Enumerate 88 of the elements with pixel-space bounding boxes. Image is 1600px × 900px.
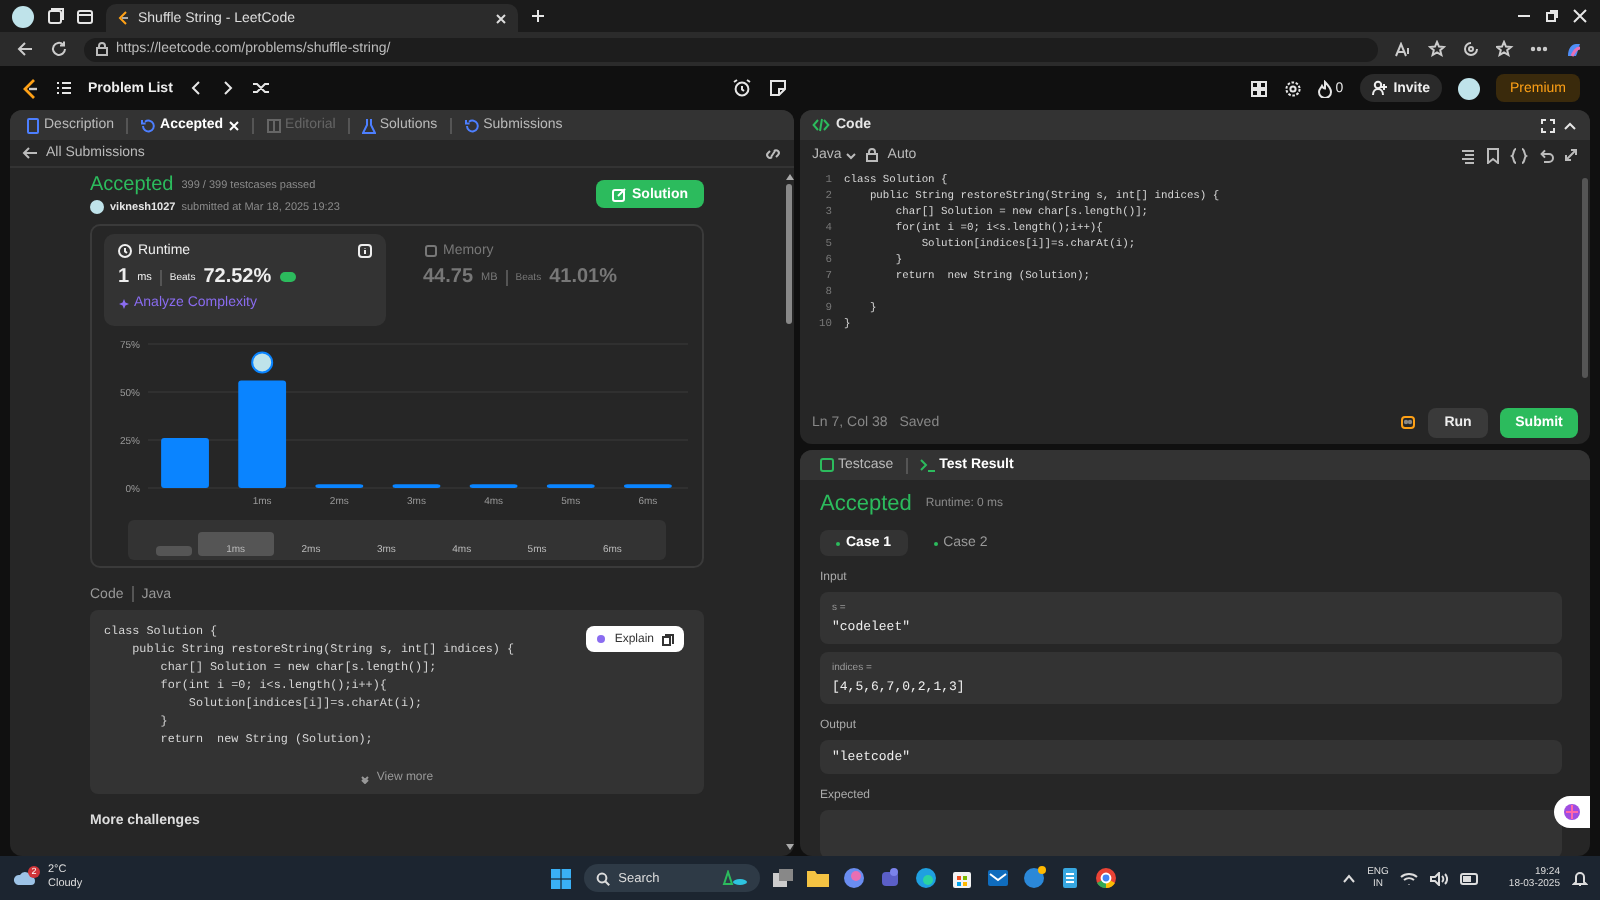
leetcode-logo-icon (116, 10, 130, 26)
store-icon[interactable] (950, 866, 975, 890)
leetcode-logo-icon[interactable] (20, 77, 40, 99)
close-icon[interactable] (494, 11, 508, 25)
task-view-icon[interactable] (772, 868, 795, 888)
beats-value: 72.52% (203, 266, 272, 288)
result-status: Accepted (820, 492, 912, 516)
status-text: Accepted (90, 174, 174, 196)
next-icon[interactable] (220, 80, 237, 96)
user-avatar (90, 200, 104, 214)
workspaces-icon[interactable] (46, 7, 64, 25)
profile-avatar[interactable] (12, 5, 34, 27)
trend-icon (279, 272, 296, 282)
browser-icon[interactable] (914, 866, 939, 890)
list-icon[interactable] (56, 80, 72, 96)
chevron-down-icon (360, 773, 371, 783)
fullscreen-icon[interactable] (1540, 117, 1556, 133)
notepad-icon[interactable] (1058, 866, 1083, 890)
layout-icon[interactable] (1249, 79, 1268, 97)
book-icon (265, 117, 282, 133)
braces-icon[interactable] (1510, 147, 1528, 163)
stat-value: 1 (118, 266, 130, 288)
scroll-up-icon[interactable] (785, 174, 793, 180)
read-aloud-icon[interactable] (1394, 41, 1412, 57)
sparkle-icon (596, 634, 607, 644)
reload-icon[interactable] (50, 40, 68, 58)
caret-icon (845, 151, 856, 159)
wifi-icon[interactable] (1400, 871, 1419, 885)
user-marker-icon (251, 351, 274, 374)
shuffle-icon[interactable] (252, 80, 271, 96)
lock-icon (96, 42, 108, 56)
battery-icon[interactable] (1460, 871, 1481, 885)
expand-icon[interactable] (1564, 148, 1578, 162)
copilot-icon[interactable] (1564, 39, 1584, 59)
note-icon[interactable] (768, 78, 789, 98)
sparkle-icon (118, 297, 130, 309)
user-avatar[interactable] (1457, 77, 1480, 99)
terminal-icon (919, 458, 936, 472)
favorite-icon[interactable] (1428, 40, 1446, 58)
code-icon (812, 118, 830, 132)
chrome-icon[interactable] (1094, 866, 1119, 890)
edit-icon (612, 187, 626, 201)
mail-icon[interactable] (986, 866, 1011, 890)
folder-icon[interactable] (806, 868, 831, 888)
collapse-icon[interactable] (1562, 117, 1578, 133)
history-icon (140, 117, 157, 133)
info-icon[interactable] (357, 244, 371, 258)
restore-icon[interactable] (1544, 8, 1560, 24)
bar[interactable] (238, 380, 287, 488)
assistant-button[interactable] (1554, 796, 1590, 828)
clock-icon (118, 244, 132, 258)
favorites-icon[interactable] (1496, 40, 1514, 58)
previous-icon[interactable] (188, 80, 205, 96)
tab-actions-icon[interactable] (76, 7, 94, 25)
back-icon[interactable] (16, 40, 34, 58)
settings-icon[interactable] (1283, 79, 1302, 97)
back-arrow-icon[interactable] (22, 146, 38, 160)
assistant-icon[interactable] (1400, 414, 1416, 430)
notification-bell-icon[interactable] (1572, 870, 1588, 886)
beats-value: 41.01% (549, 266, 617, 288)
new-tab-icon[interactable] (530, 8, 546, 24)
flask-icon (361, 117, 376, 133)
stat-value: 44.75 (423, 266, 474, 288)
chip-icon (423, 244, 437, 258)
history-icon (463, 117, 480, 133)
format-icon[interactable] (1460, 147, 1476, 163)
scroll-down-icon[interactable] (785, 844, 793, 850)
copilot-icon[interactable] (842, 866, 867, 890)
checkbox-icon (820, 458, 834, 472)
link-icon[interactable] (764, 145, 782, 161)
globe-icon[interactable] (1022, 866, 1047, 890)
flame-icon (1317, 79, 1332, 97)
add-user-icon (1371, 80, 1388, 96)
brain-icon (1562, 802, 1582, 822)
chevron-up-icon[interactable] (1341, 873, 1356, 883)
bookmark-icon[interactable] (1486, 147, 1500, 163)
lock-icon (865, 148, 878, 162)
alarm-clock-icon[interactable] (732, 78, 753, 98)
copy-icon (662, 633, 674, 645)
search-icon (596, 871, 611, 885)
chat-icon[interactable] (878, 866, 903, 890)
windows-logo-icon[interactable] (550, 867, 573, 889)
volume-icon[interactable] (1430, 871, 1449, 885)
close-icon[interactable] (1572, 8, 1588, 24)
extension-icon[interactable] (1462, 40, 1480, 58)
cloud-icon[interactable] (12, 868, 36, 888)
document-icon (26, 117, 40, 133)
undo-icon[interactable] (1538, 147, 1554, 163)
